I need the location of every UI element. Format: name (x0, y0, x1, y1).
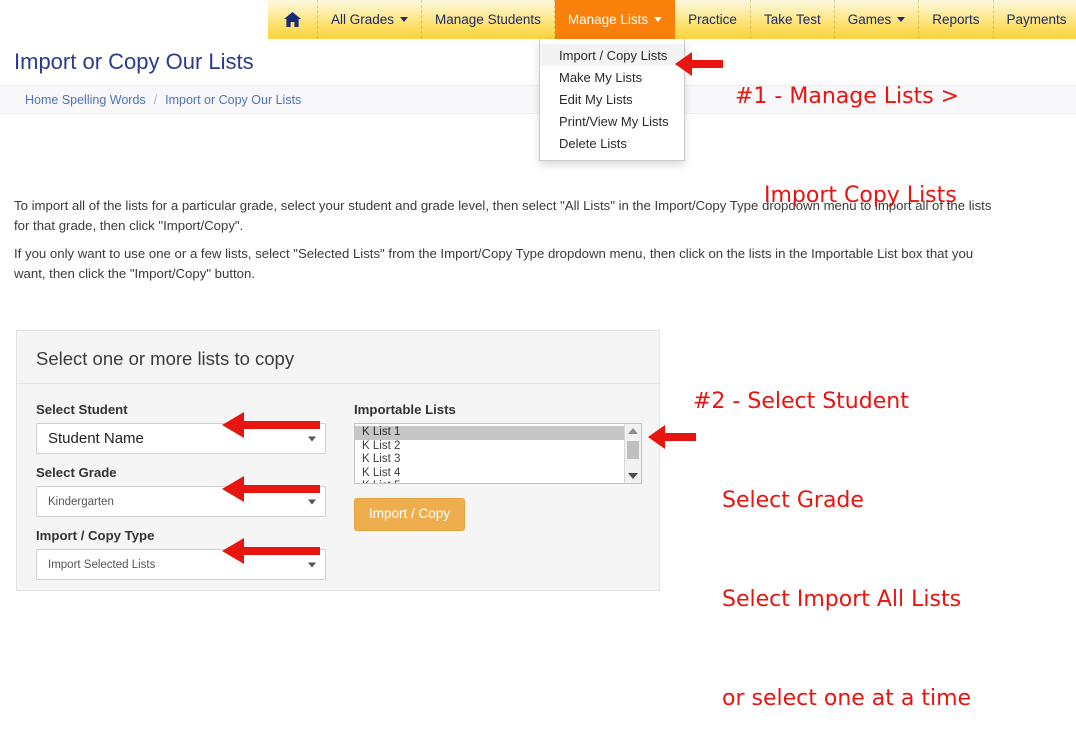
annotation-note-2-line-2: Select Grade (722, 488, 864, 513)
chevron-down-icon (654, 17, 663, 22)
nav-label-payments: Payments (1006, 12, 1067, 27)
breadcrumb-link-home[interactable]: Home Spelling Words (25, 93, 146, 107)
annotation-arrow-4 (222, 475, 320, 508)
select-grade-value: Kindergarten (48, 495, 114, 508)
menu-item-delete-lists[interactable]: Delete Lists (540, 132, 684, 154)
select-student-value: Student Name (48, 430, 144, 447)
chevron-down-icon (897, 17, 906, 22)
annotation-note-2: #2 - Select Student Select Grade Select … (679, 352, 971, 748)
home-icon (284, 12, 301, 27)
nav-item-manage-lists[interactable]: Manage Lists (554, 0, 676, 39)
annotation-note-1: #1 - Manage Lists > Import Copy Lists (721, 47, 959, 245)
scrollbar-thumb[interactable] (627, 440, 639, 459)
nav-label-take-test: Take Test (763, 12, 821, 27)
nav-label-reports: Reports (932, 12, 980, 27)
scroll-down-arrow-icon[interactable] (628, 473, 638, 479)
nav-item-reports[interactable]: Reports (919, 0, 994, 39)
breadcrumb-separator: / (153, 92, 158, 107)
annotation-arrow-3 (222, 411, 320, 444)
annotation-arrow-2 (648, 423, 696, 456)
importable-lists-scrollbar[interactable] (624, 424, 641, 483)
import-copy-button[interactable]: Import / Copy (354, 498, 466, 531)
scroll-up-arrow-icon[interactable] (628, 428, 638, 434)
annotation-arrow-1 (675, 50, 723, 83)
annotation-arrow-5 (222, 537, 320, 570)
annotation-note-2-line-3: Select Import All Lists (722, 587, 962, 612)
panel-heading: Select one or more lists to copy (17, 331, 659, 384)
nav-item-take-test[interactable]: Take Test (751, 0, 835, 39)
menu-item-import-copy-lists[interactable]: Import / Copy Lists (540, 44, 684, 66)
page-title: Import or Copy Our Lists (14, 49, 254, 74)
nav-item-all-grades[interactable]: All Grades (318, 0, 423, 39)
chevron-down-icon (400, 17, 409, 22)
list-item[interactable]: K List 4 (355, 467, 624, 481)
list-item[interactable]: K List 1 (355, 426, 624, 440)
copy-lists-panel: Select one or more lists to copy Select … (16, 330, 660, 591)
list-item[interactable]: K List 3 (355, 453, 624, 467)
annotation-note-2-line-1: #2 - Select Student (693, 389, 909, 414)
import-copy-type-value: Import Selected Lists (48, 558, 156, 571)
menu-item-print-view-my-lists[interactable]: Print/View My Lists (540, 110, 684, 132)
nav-item-payments[interactable]: Payments (994, 0, 1076, 39)
menu-item-make-my-lists[interactable]: Make My Lists (540, 66, 684, 88)
manage-lists-dropdown-menu: Import / Copy Lists Make My Lists Edit M… (539, 39, 685, 161)
annotation-note-2-line-4: or select one at a time (722, 686, 972, 711)
list-item[interactable]: K List 5 (355, 480, 624, 483)
nav-item-manage-students[interactable]: Manage Students (422, 0, 555, 39)
list-item[interactable]: K List 2 (355, 440, 624, 454)
panel-body: Select Student Student Name Select Grade… (17, 384, 659, 580)
importable-lists-options[interactable]: K List 1 K List 2 K List 3 K List 4 K Li… (355, 424, 624, 483)
main-navigation: All Grades Manage Students Manage Lists … (268, 0, 1076, 39)
nav-label-manage-lists: Manage Lists (567, 12, 649, 27)
importable-lists-label: Importable Lists (354, 402, 456, 417)
annotation-note-1-line-2: Import Copy Lists (764, 183, 957, 208)
nav-label-practice: Practice (688, 12, 737, 27)
breadcrumb-current: Import or Copy Our Lists (165, 92, 302, 107)
nav-home-button[interactable] (268, 0, 318, 39)
nav-label-manage-students: Manage Students (435, 12, 541, 27)
form-column-right: Importable Lists K List 1 K List 2 K Lis… (354, 402, 644, 531)
nav-label-games: Games (847, 12, 892, 27)
importable-lists-box[interactable]: K List 1 K List 2 K List 3 K List 4 K Li… (354, 423, 642, 484)
menu-item-edit-my-lists[interactable]: Edit My Lists (540, 88, 684, 110)
nav-item-practice[interactable]: Practice (675, 0, 751, 39)
nav-item-games[interactable]: Games (835, 0, 920, 39)
nav-label-all-grades: All Grades (331, 12, 395, 27)
instruction-paragraph-2: If you only want to use one or a few lis… (14, 246, 974, 281)
annotation-note-1-line-1: #1 - Manage Lists > (735, 84, 960, 109)
